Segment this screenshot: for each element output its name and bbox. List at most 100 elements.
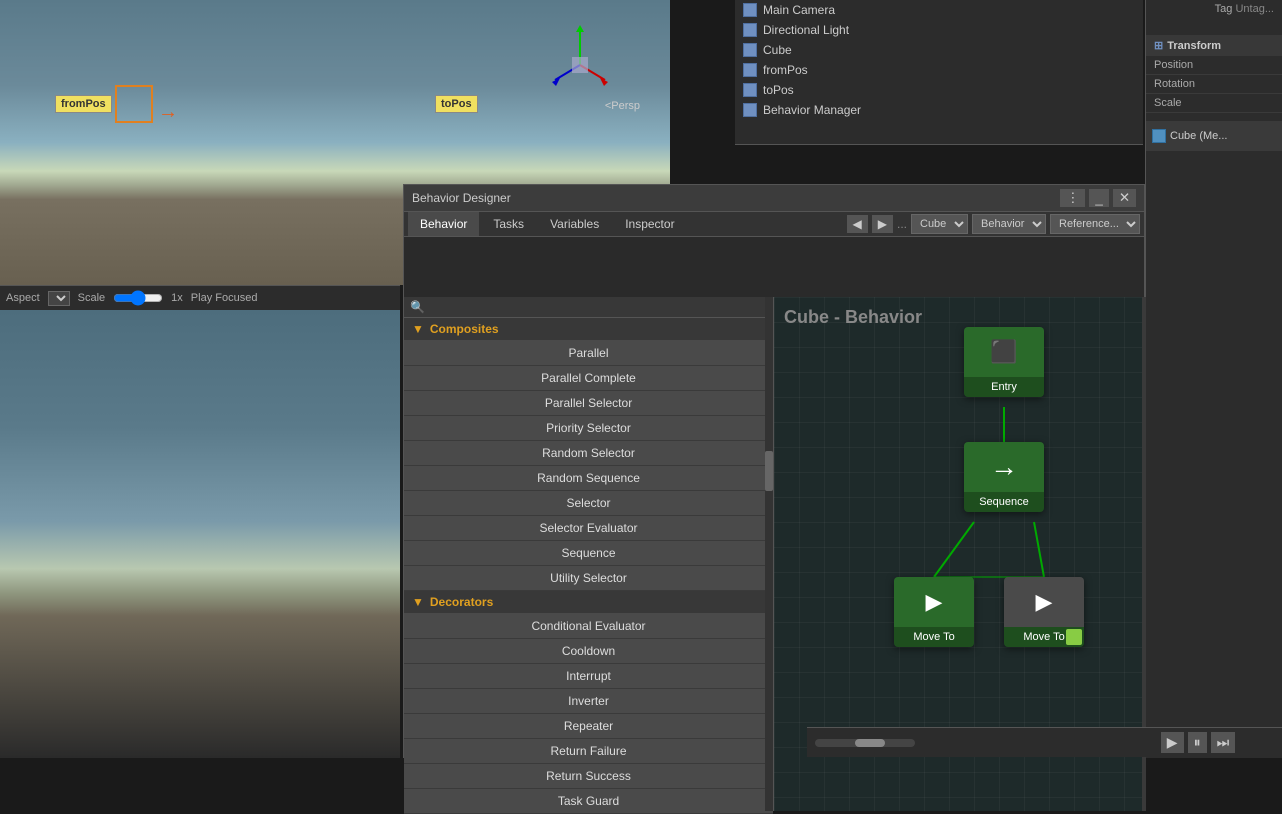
- behavior-selector[interactable]: Behavior: [972, 214, 1046, 234]
- task-item-selector[interactable]: Selector: [404, 491, 773, 516]
- bd-bottom-bar: ▶ ⏸ ⏭: [807, 727, 1282, 757]
- task-item-parallel-selector[interactable]: Parallel Selector: [404, 391, 773, 416]
- tag-value: Untag...: [1235, 3, 1274, 15]
- aspect-dropdown[interactable]: [48, 291, 70, 306]
- moveto2-icon: ▶: [1036, 589, 1053, 615]
- section-header-composites[interactable]: ▼Composites: [404, 318, 773, 341]
- reference-selector[interactable]: Reference...: [1050, 214, 1140, 234]
- task-item-inverter[interactable]: Inverter: [404, 689, 773, 714]
- node-moveto2[interactable]: ▶ Move To: [1004, 577, 1084, 647]
- section-name: Composites: [430, 322, 499, 336]
- tasks-scrollbar[interactable]: [765, 297, 773, 811]
- task-item-utility-selector[interactable]: Utility Selector: [404, 566, 773, 591]
- task-item-selector-evaluator[interactable]: Selector Evaluator: [404, 516, 773, 541]
- task-item-sequence[interactable]: Sequence: [404, 541, 773, 566]
- search-input[interactable]: [429, 300, 767, 314]
- task-item-task-guard[interactable]: Task Guard: [404, 789, 773, 814]
- aspect-label: Aspect: [6, 292, 40, 304]
- tag-prefix: Tag: [1215, 3, 1233, 15]
- task-item-repeater[interactable]: Repeater: [404, 714, 773, 739]
- task-item-parallel-complete[interactable]: Parallel Complete: [404, 366, 773, 391]
- tab-inspector[interactable]: Inspector: [613, 212, 686, 236]
- tab-variables[interactable]: Variables: [538, 212, 611, 236]
- moveto2-indicator: [1066, 629, 1082, 645]
- hierarchy-item-icon: [743, 3, 757, 17]
- sequence-icon: →: [990, 451, 1018, 483]
- hierarchy-item[interactable]: fromPos: [735, 60, 1143, 80]
- task-item-return-failure[interactable]: Return Failure: [404, 739, 773, 764]
- task-item-random-sequence[interactable]: Random Sequence: [404, 466, 773, 491]
- scene-viewport-bottom: [0, 285, 400, 758]
- transform-section: ⊞ Transform: [1146, 35, 1282, 56]
- task-item-interrupt[interactable]: Interrupt: [404, 664, 773, 689]
- section-header-decorators[interactable]: ▼ Decorators: [404, 591, 773, 614]
- task-item-random-selector[interactable]: Random Selector: [404, 441, 773, 466]
- tasks-panel: 🔍 ▼CompositesParallelParallel CompletePa…: [404, 297, 774, 811]
- bd-main-content: 🔍 ▼CompositesParallelParallel CompletePa…: [404, 237, 1144, 724]
- task-item-cooldown[interactable]: Cooldown: [404, 639, 773, 664]
- node-entry[interactable]: ⬛ Entry: [964, 327, 1044, 397]
- hierarchy-item-label: toPos: [763, 83, 794, 97]
- hierarchy-item[interactable]: Directional Light: [735, 20, 1143, 40]
- scene-gizmo: [550, 20, 610, 110]
- bd-tabs-bar: Behavior Tasks Variables Inspector ◀ ▶ .…: [404, 212, 1144, 237]
- scale-slider[interactable]: [113, 290, 163, 306]
- section-name: Decorators: [430, 595, 493, 609]
- task-item-priority-selector[interactable]: Priority Selector: [404, 416, 773, 441]
- entry-label: Entry: [964, 377, 1044, 397]
- play-focused-label: Play Focused: [191, 292, 258, 304]
- cube-selector[interactable]: Cube: [911, 214, 968, 234]
- hierarchy-item-icon: [743, 23, 757, 37]
- hierarchy-item-label: Main Camera: [763, 3, 835, 17]
- cube-mesh-row: Cube (Me...: [1146, 121, 1282, 151]
- hierarchy-item-label: Cube: [763, 43, 792, 57]
- hierarchy-item-icon: [743, 83, 757, 97]
- node-sequence[interactable]: → Sequence: [964, 442, 1044, 512]
- scale-label: Scale: [78, 292, 106, 304]
- inspector-panel: Tag Untag... ⊞ Transform Position Rotati…: [1145, 0, 1282, 758]
- next-button[interactable]: ⏭: [1211, 732, 1236, 753]
- position-row: Position: [1146, 56, 1282, 75]
- hierarchy-item[interactable]: Main Camera: [735, 0, 1143, 20]
- play-button[interactable]: ▶: [1161, 732, 1184, 753]
- section-arrow: ▼: [412, 595, 424, 609]
- horizontal-scrollbar-thumb: [855, 739, 885, 747]
- persp-label: <Persp: [605, 100, 640, 112]
- nav-forward-btn[interactable]: ▶: [872, 215, 893, 233]
- search-bar: 🔍: [404, 297, 773, 318]
- tasks-content: ▼CompositesParallelParallel CompletePara…: [404, 318, 773, 814]
- hierarchy-panel: Main Camera Directional Light Cube fromPos t…: [735, 0, 1143, 145]
- hierarchy-item[interactable]: Cube: [735, 40, 1143, 60]
- cube-mesh-label: Cube (Me...: [1170, 130, 1227, 142]
- task-item-conditional-evaluator[interactable]: Conditional Evaluator: [404, 614, 773, 639]
- horizontal-scrollbar[interactable]: [815, 739, 915, 747]
- tab-tasks[interactable]: Tasks: [481, 212, 536, 236]
- hierarchy-item[interactable]: Behavior Manager: [735, 100, 1143, 120]
- bd-title-bar: Behavior Designer ⋮ _ ✕: [404, 185, 1144, 212]
- scale-row: Scale: [1146, 94, 1282, 113]
- hierarchy-item-icon: [743, 63, 757, 77]
- node-moveto1[interactable]: ▶ Move To: [894, 577, 974, 647]
- moveto1-icon: ▶: [926, 589, 943, 615]
- bd-menu-btn[interactable]: ⋮: [1060, 189, 1085, 207]
- tab-behavior[interactable]: Behavior: [408, 212, 479, 236]
- bd-close-btn[interactable]: ✕: [1113, 189, 1136, 207]
- bd-title: Behavior Designer: [412, 191, 511, 205]
- tag-label: Tag Untag...: [1215, 3, 1274, 15]
- to-pos-label: toPos: [435, 95, 478, 113]
- hierarchy-list: Main Camera Directional Light Cube fromPos t…: [735, 0, 1143, 120]
- hierarchy-item-icon: [743, 43, 757, 57]
- pause-button[interactable]: ⏸: [1188, 732, 1207, 753]
- cube-mesh-icon: [1152, 129, 1166, 143]
- moveto1-label: Move To: [894, 627, 974, 647]
- task-item-parallel[interactable]: Parallel: [404, 341, 773, 366]
- tasks-scrollbar-thumb: [765, 451, 773, 491]
- behavior-designer: Behavior Designer ⋮ _ ✕ Behavior Tasks V…: [403, 184, 1145, 758]
- entry-icon: ⬛: [990, 339, 1017, 365]
- bd-minimize-btn[interactable]: _: [1089, 189, 1108, 207]
- hierarchy-item[interactable]: toPos: [735, 80, 1143, 100]
- task-item-return-success[interactable]: Return Success: [404, 764, 773, 789]
- rotation-row: Rotation: [1146, 75, 1282, 94]
- nav-back-btn[interactable]: ◀: [847, 215, 868, 233]
- graph-title: Cube - Behavior: [784, 307, 922, 328]
